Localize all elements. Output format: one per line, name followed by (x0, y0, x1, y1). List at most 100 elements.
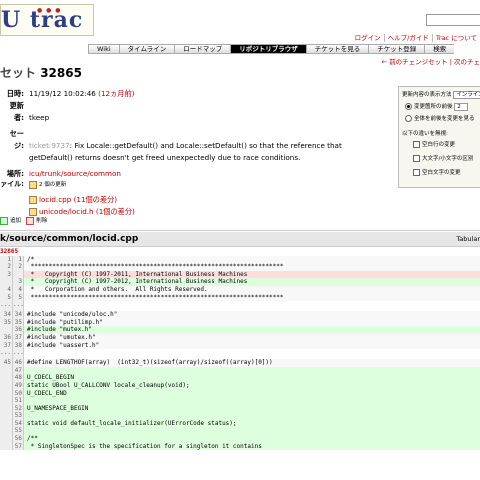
diff-line: 36 #include "mutex.h" (0, 326, 480, 334)
old-line-number[interactable] (0, 412, 13, 420)
file-diff-count[interactable]: (1個の差分) (96, 207, 135, 216)
nav-tab-1[interactable]: タイムライン (118, 44, 175, 54)
page-title: セット 32865 (0, 64, 82, 81)
location-link[interactable]: icu/trunk/source/common (29, 169, 121, 178)
code-text: ****************************************… (24, 293, 480, 302)
new-line-number[interactable]: 49 (13, 381, 24, 390)
old-line-number[interactable]: 35 (0, 318, 13, 327)
diff-line: 53 (0, 412, 480, 420)
view-style-select[interactable]: インライン (453, 91, 480, 99)
ignore-whitespace-checkbox[interactable] (413, 169, 420, 176)
nav-tab-6[interactable]: 検索 (424, 44, 455, 54)
new-line-number[interactable]: 56 (13, 435, 24, 443)
new-line-number[interactable]: 3 (13, 278, 24, 286)
old-line-number[interactable] (0, 366, 13, 375)
old-line-number[interactable]: 3 (0, 270, 13, 279)
new-line-number[interactable]: 46 (13, 359, 24, 367)
new-line-number[interactable]: 50 (13, 389, 24, 398)
ignore-blank-lines-checkbox[interactable] (413, 141, 420, 148)
divider (0, 230, 480, 231)
trac-logo[interactable]: U trac ● ● ● (0, 4, 94, 36)
new-line-number[interactable]: 57 (13, 442, 24, 451)
new-line-number[interactable]: 47 (13, 366, 24, 375)
new-line-number[interactable]: 34 (13, 311, 24, 319)
code-text (24, 412, 480, 420)
old-line-number[interactable]: 4 (0, 285, 13, 294)
diff-line: 22 *************************************… (0, 263, 480, 271)
new-line-number[interactable]: 54 (13, 419, 24, 428)
file-link-locid-cpp[interactable]: locid.cpp (39, 195, 71, 204)
old-line-number[interactable]: 2 (0, 263, 13, 271)
old-line-number[interactable]: 5 (0, 293, 13, 302)
old-line-number[interactable] (0, 442, 13, 451)
nav-tab-4[interactable]: チケットを見る (305, 44, 369, 54)
ignore-title: 以下の違いを無視: (402, 131, 448, 137)
search-input[interactable] (426, 14, 480, 26)
new-line-number[interactable]: 4 (13, 285, 24, 294)
old-line-number[interactable] (0, 397, 13, 405)
ticket-link[interactable]: ticket:9737 (29, 141, 70, 150)
new-line-number[interactable]: ... (13, 349, 24, 360)
context-radio[interactable] (405, 103, 412, 110)
file-diff-count[interactable]: (11個の差分) (74, 195, 118, 204)
old-line-number[interactable]: 36 (0, 333, 13, 342)
new-line-number[interactable]: 37 (13, 333, 24, 342)
new-line-number[interactable]: 51 (13, 397, 24, 405)
old-line-number[interactable] (0, 381, 13, 390)
old-line-number[interactable] (0, 278, 13, 286)
code-text: * SingletonSpec is the specification for… (24, 442, 480, 451)
new-line-number[interactable]: 55 (13, 427, 24, 436)
new-line-number[interactable]: 36 (13, 326, 24, 334)
author-label: 更新者: (9, 101, 24, 122)
old-line-number[interactable] (0, 435, 13, 443)
diff-legend: 追加 削除 (0, 216, 47, 225)
context-nav: ← 前のチェンジセット | 次のチェ (381, 58, 480, 66)
new-line-number[interactable]: ... (13, 301, 24, 312)
new-line-number[interactable]: 52 (13, 404, 24, 413)
new-line-number[interactable] (13, 270, 24, 279)
old-line-number[interactable] (0, 326, 13, 334)
full-radio[interactable] (405, 115, 412, 122)
chk3-label: 空白文字の変更 (422, 170, 461, 176)
tabular-link[interactable]: Tabular (456, 235, 480, 243)
old-line-number[interactable]: 37 (0, 341, 13, 350)
new-line-number[interactable]: 2 (13, 263, 24, 271)
new-line-number[interactable]: 48 (13, 374, 24, 382)
old-line-number[interactable]: 45 (0, 359, 13, 367)
about-link[interactable]: Trac について (431, 34, 480, 42)
nav-tab-2[interactable]: ロードマップ (174, 44, 231, 54)
new-line-number[interactable]: 1 (13, 255, 24, 264)
old-line-number[interactable] (0, 389, 13, 398)
old-line-number[interactable] (0, 374, 13, 382)
old-line-number[interactable] (0, 427, 13, 436)
help-link[interactable]: ヘルプ/ガイド (383, 34, 432, 42)
old-line-number[interactable]: ... (0, 349, 13, 360)
diff-line: 48 U_CDECL_BEGIN (0, 374, 480, 382)
new-line-number[interactable]: 5 (13, 293, 24, 302)
code-text (24, 397, 480, 405)
diff-line: 55 (0, 427, 480, 436)
nav-tab-3[interactable]: リポジトリブラウザ (230, 44, 306, 54)
old-line-number[interactable]: 1 (0, 255, 13, 264)
code-text (24, 366, 480, 375)
diff-line: 45 46 #define LENGTHOF(array) (int32_t)(si… (0, 359, 480, 367)
new-line-number[interactable]: 53 (13, 412, 24, 420)
file-link-locid-h[interactable]: unicode/locid.h (39, 207, 94, 216)
old-line-number[interactable] (0, 419, 13, 428)
code-text: ****************************************… (24, 263, 480, 271)
date-relative-link[interactable]: (12ヵ月前) (98, 89, 134, 98)
old-line-number[interactable] (0, 404, 13, 413)
code-text: U_CDECL_BEGIN (24, 374, 480, 382)
new-line-number[interactable]: 38 (13, 341, 24, 350)
new-line-number[interactable]: 35 (13, 318, 24, 327)
next-changeset-link[interactable]: 次のチェ (454, 58, 480, 66)
old-line-number[interactable]: ... (0, 301, 13, 312)
nav-tab-5[interactable]: チケット登録 (368, 44, 425, 54)
ignore-case-checkbox[interactable] (413, 155, 420, 162)
context-lines-input[interactable]: 2 (454, 103, 468, 111)
nav-tab-0[interactable]: Wiki (88, 44, 119, 54)
prev-changeset-link[interactable]: ← 前のチェンジセット (382, 58, 448, 66)
login-link[interactable]: ログイン (352, 34, 384, 42)
chk1-label: 空白行の変更 (422, 142, 456, 148)
old-line-number[interactable]: 34 (0, 311, 13, 319)
